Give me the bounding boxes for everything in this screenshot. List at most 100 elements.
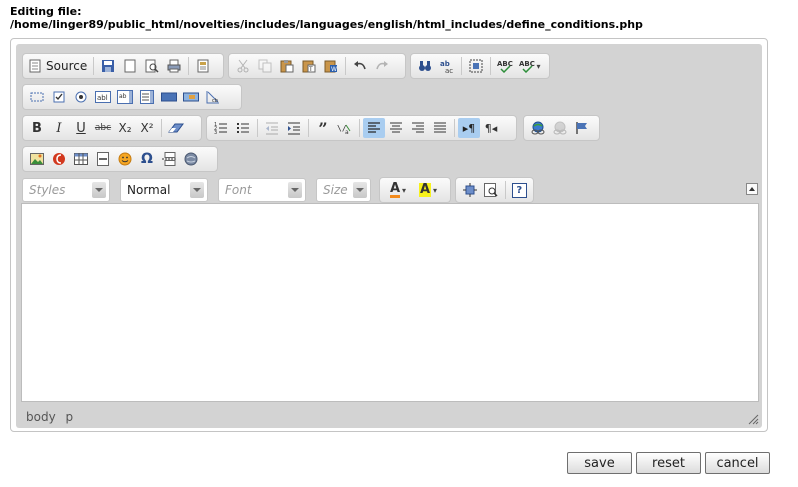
text-field-icon: abl: [95, 91, 111, 103]
resize-grip-icon[interactable]: [747, 413, 759, 425]
table-icon: [74, 153, 88, 165]
preview-button[interactable]: [141, 56, 163, 76]
svg-text:ac: ac: [445, 67, 453, 73]
undo-button[interactable]: [349, 56, 371, 76]
justify-button[interactable]: [429, 118, 451, 138]
maximize-icon: [462, 183, 477, 197]
image-button[interactable]: [26, 149, 48, 169]
superscript-button[interactable]: X²: [136, 118, 158, 138]
source-button[interactable]: Source: [26, 56, 90, 76]
align-center-button[interactable]: [385, 118, 407, 138]
remove-format-button[interactable]: [165, 118, 187, 138]
new-page-button[interactable]: [119, 56, 141, 76]
iframe-button[interactable]: [180, 149, 202, 169]
format-dropdown-value: Normal: [127, 183, 171, 197]
strike-button[interactable]: abc: [92, 118, 114, 138]
image-button-button[interactable]: [180, 87, 202, 107]
bulleted-list-button[interactable]: [232, 118, 254, 138]
outdent-button[interactable]: [261, 118, 283, 138]
templates-button[interactable]: [192, 56, 214, 76]
paste-text-button[interactable]: T: [298, 56, 320, 76]
spellcheck-as-you-type-button[interactable]: ABC ▾: [516, 56, 544, 76]
about-button[interactable]: ?: [509, 180, 530, 200]
toolbar-collapse-button[interactable]: [746, 183, 758, 195]
underline-button[interactable]: U: [70, 118, 92, 138]
save-button[interactable]: [97, 56, 119, 76]
unlink-button[interactable]: [549, 118, 571, 138]
replace-button[interactable]: ab ac: [436, 56, 458, 76]
align-left-button[interactable]: [363, 118, 385, 138]
copy-button[interactable]: [254, 56, 276, 76]
align-right-button[interactable]: [407, 118, 429, 138]
links-toolbar-group: [523, 115, 600, 141]
indent-button[interactable]: [283, 118, 305, 138]
insert-toolbar-group: Ω: [22, 146, 218, 172]
page-break-button[interactable]: [158, 149, 180, 169]
editor-content-area[interactable]: [21, 203, 759, 402]
toolbar-separator: [257, 119, 258, 137]
maximize-button[interactable]: [459, 180, 480, 200]
font-dropdown-label: Font: [225, 183, 252, 197]
size-dropdown[interactable]: Size: [316, 178, 371, 202]
save-button[interactable]: save: [567, 452, 632, 474]
redo-button[interactable]: [371, 56, 393, 76]
background-color-icon: A: [418, 182, 432, 197]
select-button[interactable]: [136, 87, 158, 107]
flash-button[interactable]: [48, 149, 70, 169]
text-direction-rtl-button[interactable]: ¶◂: [480, 118, 502, 138]
editor-chrome: Source T W ab ac ABC ABC ▾ abl ab cb B I…: [16, 44, 762, 428]
select-all-button[interactable]: [465, 56, 487, 76]
justify-icon: [434, 122, 446, 133]
textarea-button[interactable]: ab: [114, 87, 136, 107]
horizontal-rule-button[interactable]: [92, 149, 114, 169]
toolbar-separator: [490, 57, 491, 75]
hidden-field-button[interactable]: cb: [202, 87, 224, 107]
bold-button[interactable]: B: [26, 118, 48, 138]
numbered-list-button[interactable]: 123: [210, 118, 232, 138]
text-field-button[interactable]: abl: [92, 87, 114, 107]
form-button[interactable]: [26, 87, 48, 107]
basic-styles-toolbar-group: B I U abc X₂ X²: [22, 115, 202, 141]
anchor-button[interactable]: [571, 118, 593, 138]
form-button-button[interactable]: [158, 87, 180, 107]
find-button[interactable]: [414, 56, 436, 76]
font-dropdown[interactable]: Font: [218, 178, 306, 202]
div-container-icon: \/a: [337, 124, 351, 135]
radio-button[interactable]: [70, 87, 92, 107]
cut-button[interactable]: [232, 56, 254, 76]
print-button[interactable]: [163, 56, 185, 76]
blockquote-button[interactable]: ”: [312, 118, 334, 138]
pilcrow-rtl-icon: ¶◂: [484, 121, 498, 135]
show-blocks-button[interactable]: [480, 180, 501, 200]
text-color-button[interactable]: A ▾: [383, 180, 413, 200]
new-page-icon: [124, 59, 136, 73]
clipboard-toolbar-group: T W: [228, 53, 406, 79]
chevron-down-icon: ▾: [536, 61, 541, 71]
create-div-button[interactable]: \/a: [334, 118, 356, 138]
floppy-disk-icon: [102, 60, 115, 72]
unlink-icon: [553, 121, 567, 135]
format-dropdown[interactable]: Normal: [120, 178, 208, 202]
text-direction-ltr-button[interactable]: ▸¶: [458, 118, 480, 138]
toolbar-separator: [93, 57, 95, 75]
paste-button[interactable]: [276, 56, 298, 76]
spellcheck-button[interactable]: ABC: [494, 56, 516, 76]
link-button[interactable]: [527, 118, 549, 138]
svg-text:ab: ab: [119, 93, 127, 100]
smiley-button[interactable]: [114, 149, 136, 169]
checkbox-button[interactable]: [48, 87, 70, 107]
cancel-button[interactable]: cancel: [705, 452, 770, 474]
paste-word-button[interactable]: W: [320, 56, 342, 76]
italic-button[interactable]: I: [48, 118, 70, 138]
spellcheck-icon: ABC: [497, 60, 513, 73]
background-color-button[interactable]: A ▾: [413, 180, 443, 200]
bulleted-list-icon: [237, 123, 249, 133]
table-button[interactable]: [70, 149, 92, 169]
special-char-button[interactable]: Ω: [136, 149, 158, 169]
text-color-icon: A: [389, 181, 401, 198]
reset-button[interactable]: reset: [636, 452, 701, 474]
subscript-button[interactable]: X₂: [114, 118, 136, 138]
path-item-p[interactable]: p: [66, 410, 74, 424]
styles-dropdown[interactable]: Styles: [22, 178, 110, 202]
path-item-body[interactable]: body: [26, 410, 56, 424]
